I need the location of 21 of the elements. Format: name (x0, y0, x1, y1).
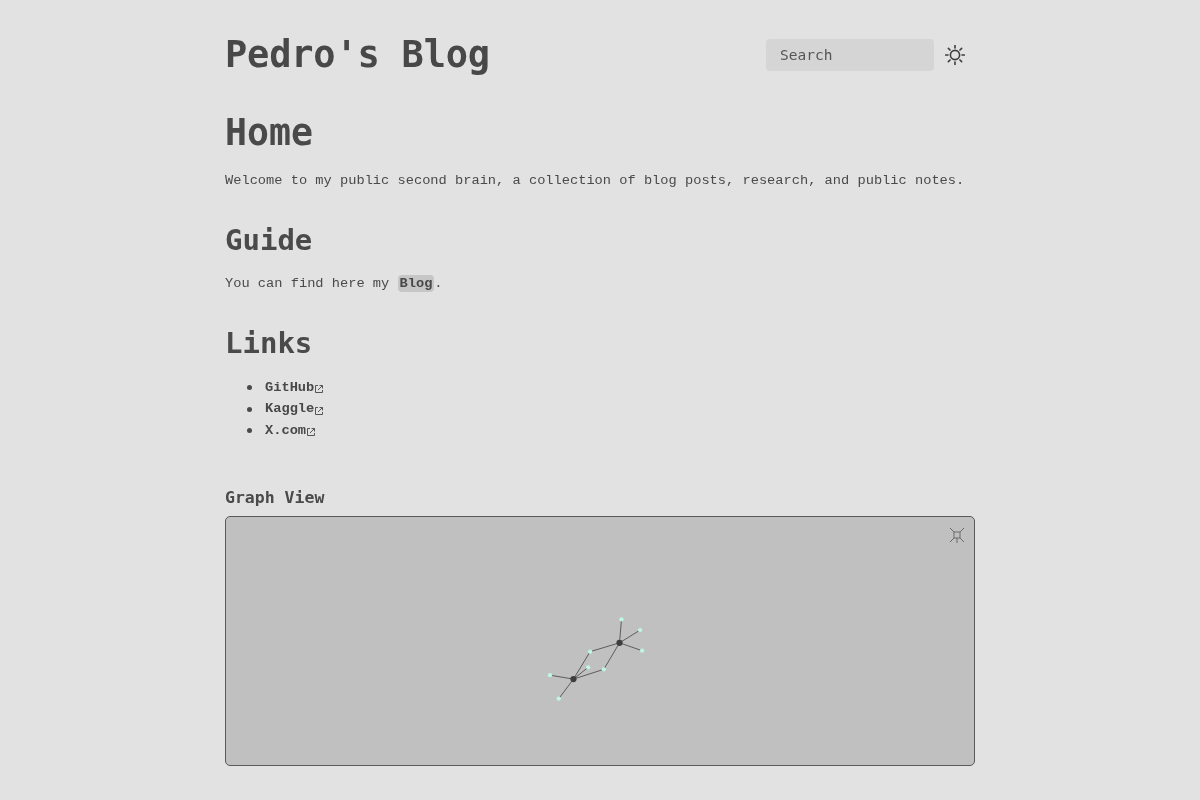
external-link[interactable]: Kaggle (265, 399, 315, 420)
node-graph[interactable] (547, 616, 645, 702)
graph-icon[interactable] (948, 525, 966, 544)
site-title[interactable]: Pedro's Blog (225, 33, 490, 77)
graph-title: Graph View (225, 487, 326, 508)
guide-text: You can find here my Blog. (225, 274, 444, 294)
page-title: Home (225, 111, 314, 155)
external-link-icon (307, 428, 316, 437)
blog-link[interactable]: Blog (397, 275, 435, 292)
sun-icon[interactable] (945, 45, 965, 65)
search-field[interactable]: Search (766, 39, 934, 71)
intro-text: Welcome to my public second brain, a collection of blog posts, research, and public notes. (225, 172, 966, 190)
bullet-icon (247, 428, 252, 434)
bullet-icon (247, 406, 252, 412)
section-heading: Links (225, 325, 314, 361)
external-link[interactable]: X.com (265, 420, 307, 441)
external-link-icon (315, 385, 324, 394)
section-heading: Guide (225, 222, 314, 258)
bullet-icon (247, 385, 252, 391)
external-link[interactable]: GitHub (265, 377, 315, 398)
external-link-icon (315, 406, 324, 415)
